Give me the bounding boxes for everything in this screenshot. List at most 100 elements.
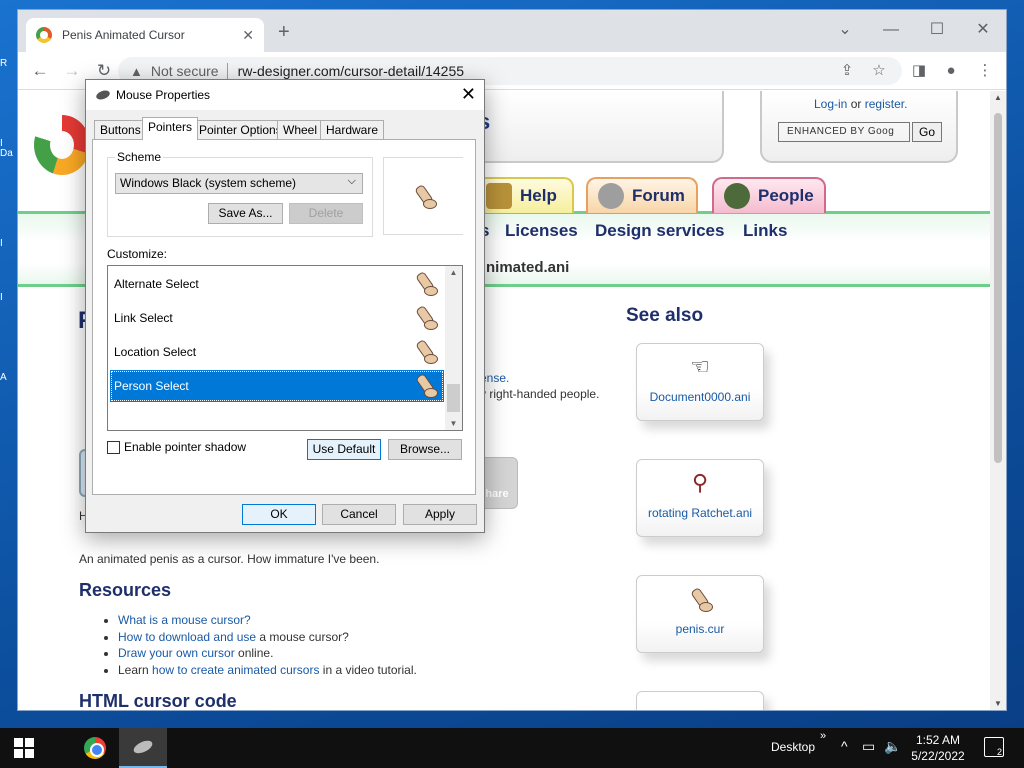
penis-cursor-icon xyxy=(412,304,438,330)
profile-avatar-icon[interactable]: ● xyxy=(940,60,962,82)
pointer-preview xyxy=(383,157,463,235)
resource-link[interactable]: How to download and use xyxy=(118,630,256,644)
chevron-up-icon[interactable]: ^ xyxy=(841,738,848,754)
list-item[interactable]: Link Select xyxy=(110,302,444,334)
menu-link-licenses[interactable]: Licenses xyxy=(505,221,578,241)
see-also-card[interactable]: ⚲ rotating Ratchet.ani xyxy=(636,459,764,537)
penis-cursor-icon xyxy=(411,183,437,209)
tab-pointer-options[interactable]: Pointer Options xyxy=(193,120,288,139)
enable-shadow-checkbox[interactable] xyxy=(107,440,120,454)
list-scroll-up-arrow[interactable]: ▲ xyxy=(445,268,462,277)
page-scrollbar[interactable]: ▲ ▼ xyxy=(990,91,1006,710)
toolbar-expand-icon[interactable]: » xyxy=(820,730,826,742)
notification-count: 2 xyxy=(996,747,1002,757)
list-scrollbar[interactable]: ▲ ▼ xyxy=(445,266,462,430)
desktop-icon-label[interactable]: I xyxy=(0,292,18,303)
desktop-toolbar-label[interactable]: Desktop xyxy=(771,740,815,754)
resources-list: What is a mouse cursor? How to download … xyxy=(118,612,417,678)
scheme-dropdown[interactable]: Windows Black (system scheme) ⌵ xyxy=(115,173,363,194)
ok-button[interactable]: OK xyxy=(242,504,316,525)
login-links: Log-in or register. xyxy=(814,97,907,111)
taskbar-chrome[interactable] xyxy=(71,728,119,768)
list-item[interactable]: Alternate Select xyxy=(110,268,444,300)
mouse-icon xyxy=(131,738,155,756)
network-icon[interactable]: ▭ xyxy=(862,738,875,755)
resource-link[interactable]: how to create animated cursors xyxy=(152,663,319,677)
close-tab-icon[interactable]: ✕ xyxy=(242,27,254,44)
see-also-name[interactable]: Document0000.ani xyxy=(637,390,763,404)
see-also-name[interactable]: rotating Ratchet.ani xyxy=(637,506,763,520)
penis-cursor-icon xyxy=(412,372,438,398)
resource-link[interactable]: Draw your own cursor xyxy=(118,646,235,660)
see-also-card[interactable]: ☜ Document0000.ani xyxy=(636,343,764,421)
save-as-button[interactable]: Save As... xyxy=(208,203,283,224)
enable-shadow-row[interactable]: Enable pointer shadow xyxy=(107,440,246,454)
see-also-card[interactable] xyxy=(636,691,764,710)
delete-button[interactable]: Delete xyxy=(289,203,363,224)
tab-help[interactable]: Help xyxy=(474,177,574,213)
scroll-down-arrow[interactable]: ▼ xyxy=(990,699,1006,708)
share-icon[interactable]: ⇪ xyxy=(836,60,858,82)
menu-link-design-services[interactable]: Design services xyxy=(595,221,724,241)
dialog-title-bar[interactable]: Mouse Properties ✕ xyxy=(86,80,484,110)
desktop-icon-label[interactable]: R xyxy=(0,58,18,69)
resource-text: online. xyxy=(234,646,274,660)
penis-cursor-icon xyxy=(412,338,438,364)
list-item-selected[interactable]: Person Select xyxy=(110,370,444,402)
minimize-button[interactable]: — xyxy=(868,16,914,44)
taskbar-mouse-properties[interactable] xyxy=(119,728,167,768)
url-text[interactable]: rw-designer.com/cursor-detail/14255 xyxy=(238,63,464,79)
tab-wheel[interactable]: Wheel xyxy=(277,120,324,139)
scrollbar-thumb[interactable] xyxy=(994,113,1002,463)
side-panel-icon[interactable]: ◨ xyxy=(908,60,930,82)
login-link[interactable]: Log-in xyxy=(814,97,847,111)
use-default-button[interactable]: Use Default xyxy=(307,439,381,460)
list-scroll-down-arrow[interactable]: ▼ xyxy=(445,419,462,428)
list-scrollbar-thumb[interactable] xyxy=(447,384,460,412)
cancel-button[interactable]: Cancel xyxy=(322,504,396,525)
site-favicon-icon xyxy=(36,27,52,43)
notification-icon[interactable]: 2 xyxy=(984,737,1004,757)
enable-shadow-label[interactable]: Enable pointer shadow xyxy=(124,440,246,454)
warning-icon[interactable]: ▲ xyxy=(130,64,143,79)
desktop-icon-label[interactable]: A xyxy=(0,372,18,383)
volume-icon[interactable]: 🔈 xyxy=(884,738,901,755)
maximize-button[interactable]: ☐ xyxy=(914,16,960,44)
forward-icon[interactable]: → xyxy=(60,59,84,83)
desktop-icon-label[interactable]: Da xyxy=(0,148,18,159)
tab-pointers[interactable]: Pointers xyxy=(142,117,199,140)
resource-link[interactable]: What is a mouse cursor? xyxy=(118,613,251,627)
dialog-close-icon[interactable]: ✕ xyxy=(461,84,476,104)
list-item[interactable]: Location Select xyxy=(110,336,444,368)
tab-search-icon[interactable]: ⌄ xyxy=(822,16,868,44)
search-input[interactable]: ENHANCED BY Goog xyxy=(778,122,910,142)
menu-link-links[interactable]: Links xyxy=(743,221,787,241)
apply-button[interactable]: Apply xyxy=(403,504,477,525)
new-tab-button[interactable]: + xyxy=(278,22,290,42)
go-button[interactable]: Go xyxy=(912,122,942,142)
tab-forum[interactable]: Forum xyxy=(586,177,698,213)
see-also-name[interactable]: penis.cur xyxy=(637,622,763,636)
browser-tab[interactable]: Penis Animated Cursor ✕ xyxy=(26,18,264,52)
pointer-list[interactable]: Alternate Select Link Select Location Se… xyxy=(107,265,463,431)
clock[interactable]: 1:52 AM 5/22/2022 xyxy=(900,732,976,764)
resources-heading: Resources xyxy=(79,580,172,600)
tab-buttons[interactable]: Buttons xyxy=(94,120,147,139)
bookmark-star-icon[interactable]: ☆ xyxy=(868,60,890,82)
back-icon[interactable]: ← xyxy=(28,59,52,83)
desktop-icon-label[interactable]: I xyxy=(0,138,18,149)
logo-ring xyxy=(34,115,90,175)
desktop-icon-label[interactable]: I xyxy=(0,238,18,249)
browse-button[interactable]: Browse... xyxy=(388,439,462,460)
tab-people[interactable]: People xyxy=(712,177,826,213)
scheme-label: Scheme xyxy=(115,150,164,164)
scroll-up-arrow[interactable]: ▲ xyxy=(990,93,1006,102)
menu-kebab-icon[interactable]: ⋮ xyxy=(974,60,996,82)
windows-start-icon[interactable] xyxy=(14,738,34,758)
rw-designer-logo[interactable] xyxy=(32,105,92,185)
not-secure-label[interactable]: Not secure xyxy=(151,63,219,79)
tab-hardware[interactable]: Hardware xyxy=(320,120,385,139)
see-also-card[interactable]: penis.cur xyxy=(636,575,764,653)
register-link[interactable]: register. xyxy=(865,97,908,111)
close-window-button[interactable]: ✕ xyxy=(960,16,1006,44)
